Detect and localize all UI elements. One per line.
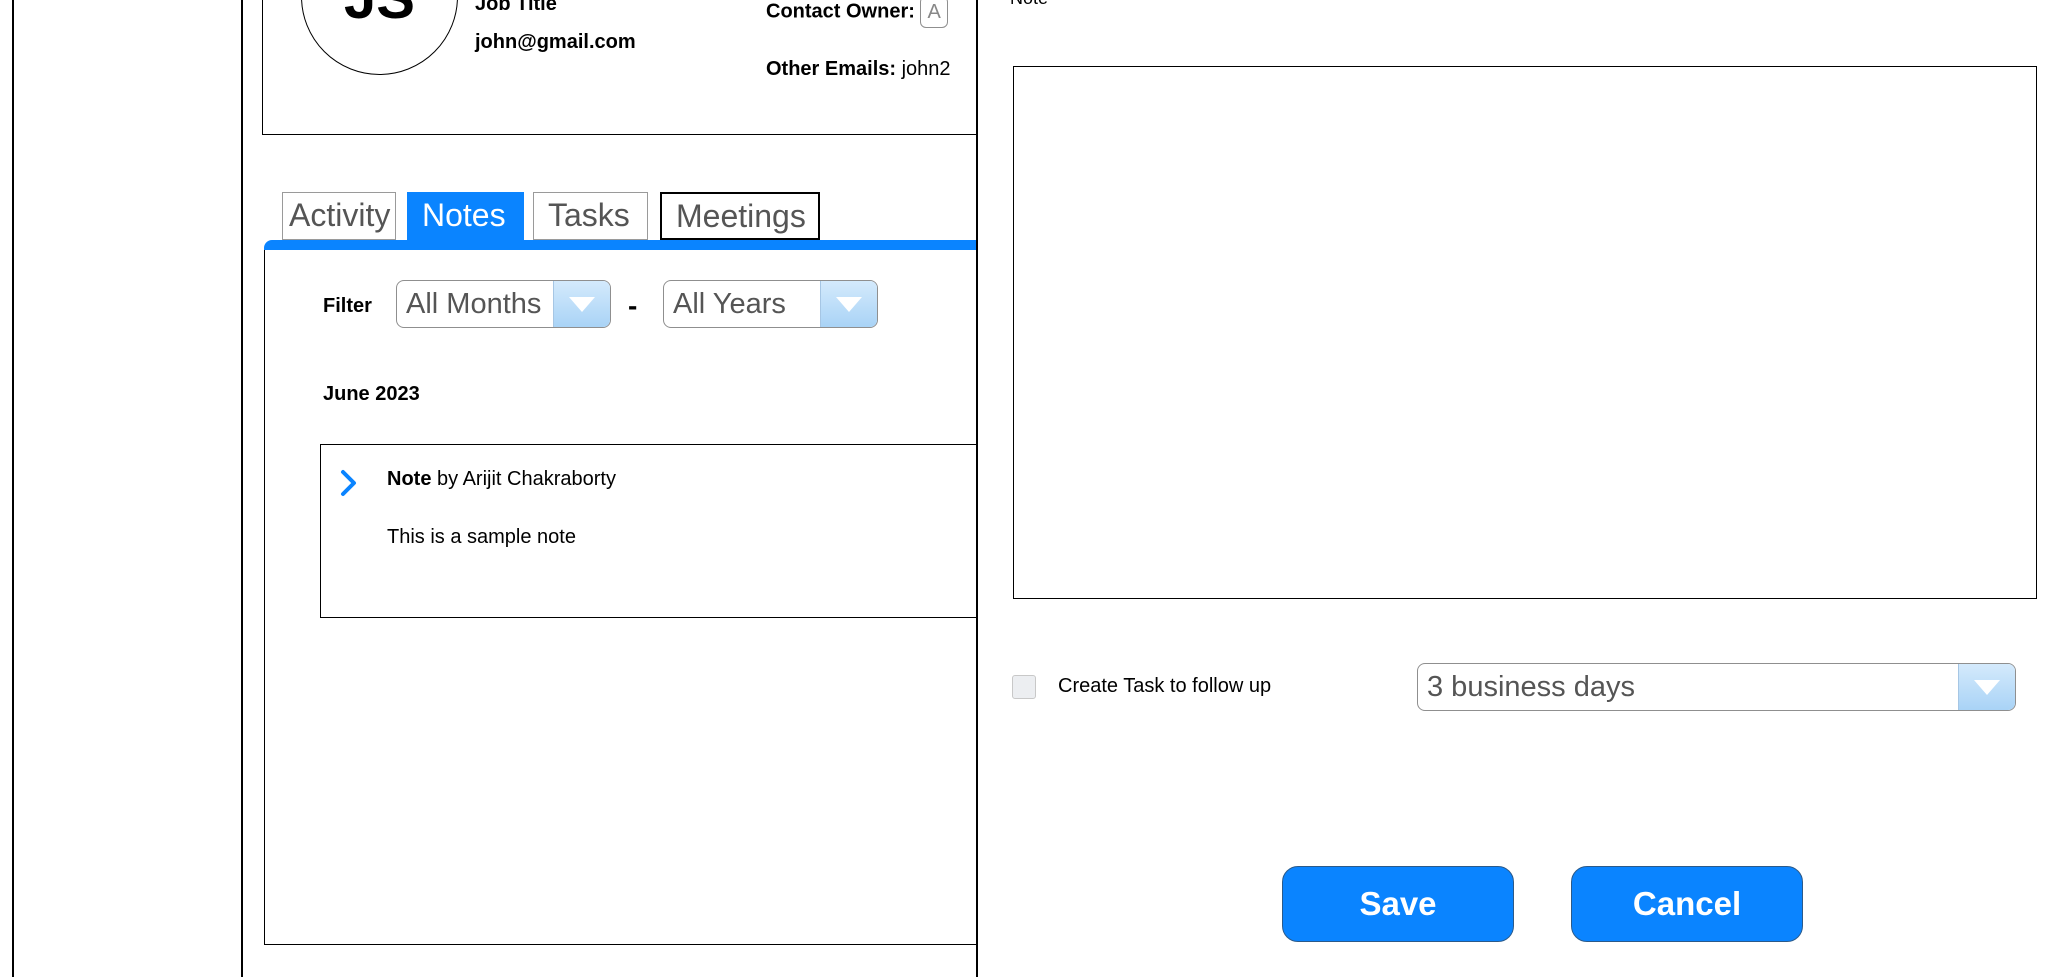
followup-delay-select[interactable]: 3 business days xyxy=(1417,663,2016,711)
note-author: by Arijit Chakraborty xyxy=(437,468,616,490)
contact-owner-value: A xyxy=(927,1,941,23)
save-button[interactable]: Save xyxy=(1282,866,1514,942)
other-emails-row: Other Emails: john2 xyxy=(766,58,951,81)
year-filter-value: All Years xyxy=(673,288,786,320)
other-emails-label: Other Emails: xyxy=(766,58,897,80)
left-frame-line xyxy=(12,0,14,977)
tab-meetings[interactable]: Meetings xyxy=(660,192,820,240)
dropdown-arrow-icon[interactable] xyxy=(553,281,610,327)
job-title: Job Title xyxy=(475,0,557,15)
contact-email[interactable]: john@gmail.com xyxy=(475,31,636,54)
avatar-initials: JS xyxy=(344,0,415,28)
year-filter-select[interactable]: All Years xyxy=(663,280,878,328)
filter-label: Filter xyxy=(323,295,372,317)
note-type-label: Note xyxy=(387,468,432,490)
content-frame-line xyxy=(241,0,243,977)
dropdown-arrow-icon[interactable] xyxy=(1958,664,2015,710)
contact-owner-row: Contact Owner: A xyxy=(766,0,948,28)
dropdown-arrow-icon[interactable] xyxy=(820,281,877,327)
followup-checkbox[interactable] xyxy=(1012,675,1036,699)
month-filter-select[interactable]: All Months xyxy=(396,280,611,328)
contact-owner-field[interactable]: A xyxy=(920,0,948,28)
note-field-label: Note xyxy=(1010,0,1048,9)
tab-tasks[interactable]: Tasks xyxy=(533,192,648,240)
note-textarea[interactable] xyxy=(1013,66,2037,599)
cancel-button-label: Cancel xyxy=(1632,885,1742,922)
followup-checkbox-label: Create Task to follow up xyxy=(1058,675,1272,697)
tab-tasks-label: Tasks xyxy=(548,197,630,233)
note-body: This is a sample note xyxy=(387,526,576,548)
cancel-button[interactable]: Cancel xyxy=(1571,866,1803,942)
note-header: Note by Arijit Chakraborty xyxy=(387,468,616,491)
other-emails-value: john2 xyxy=(901,58,951,80)
save-button-label: Save xyxy=(1359,885,1437,922)
tab-notes-label: Notes xyxy=(422,197,506,233)
tab-notes[interactable]: Notes xyxy=(407,192,524,240)
chevron-right-icon[interactable] xyxy=(338,468,360,498)
tab-activity[interactable]: Activity xyxy=(282,192,396,240)
period-heading: June 2023 xyxy=(323,383,420,405)
month-filter-value: All Months xyxy=(406,288,542,320)
tab-meetings-label: Meetings xyxy=(676,198,806,234)
filter-separator: - xyxy=(628,290,638,321)
tab-activity-label: Activity xyxy=(289,197,391,233)
contact-owner-label: Contact Owner: xyxy=(766,0,915,23)
followup-delay-value: 3 business days xyxy=(1427,671,1635,703)
